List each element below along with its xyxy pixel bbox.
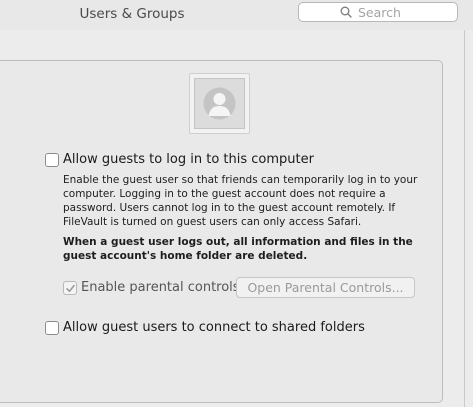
avatar-frame [194,78,245,129]
window-title: Users & Groups [79,6,185,22]
guest-description-line-2: computer. Logging in to the guest accoun… [63,188,386,200]
person-icon [203,87,236,120]
allow-guests-login-checkbox[interactable] [45,153,59,167]
search-placeholder: Search [358,5,401,20]
guest-warning-line-2: guest account's home folder are deleted. [63,250,308,262]
checkmark-icon [66,284,75,293]
guest-description-line-3: password. Users cannot log in to the gue… [63,202,396,214]
allow-shared-folders-checkbox[interactable] [45,321,59,335]
open-parental-controls-button[interactable]: Open Parental Controls... [236,277,415,298]
guest-description-line-1: Enable the guest user so that friends ca… [63,174,418,186]
allow-guests-login-label[interactable]: Allow guests to log in to this computer [63,152,314,167]
enable-parental-controls-checkbox[interactable] [63,281,77,295]
window-edge [464,30,465,407]
allow-shared-folders-label[interactable]: Allow guest users to connect to shared f… [63,320,365,335]
title-bar: Users & Groups Search [0,0,473,30]
guest-description-line-4: FileVault is turned on guest users can o… [63,216,362,228]
search-field[interactable]: Search [298,2,458,22]
guest-avatar [189,73,250,134]
guest-warning-line-1: When a guest user logs out, all informat… [63,236,413,248]
enable-parental-controls-label[interactable]: Enable parental controls [81,280,240,295]
search-icon [340,6,352,18]
